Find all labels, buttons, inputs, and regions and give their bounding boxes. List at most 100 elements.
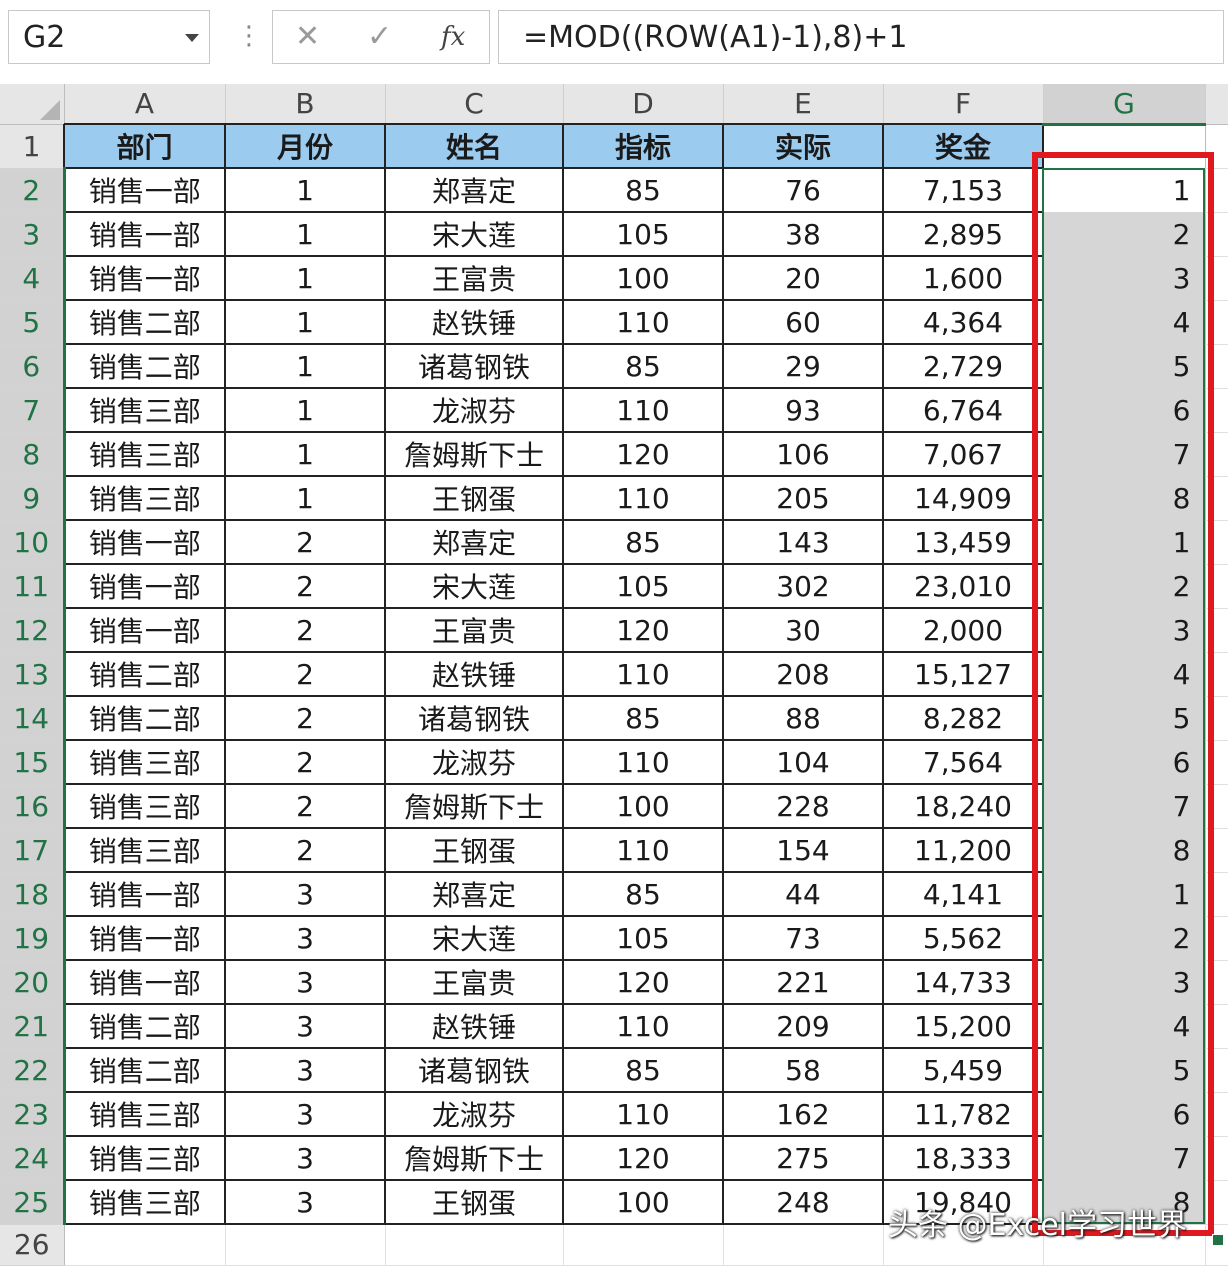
formula-input[interactable]: =MOD((ROW(A1)-1),8)+1 (498, 10, 1224, 64)
cell-target[interactable]: 85 (563, 1048, 724, 1093)
cell-bonus[interactable]: 7,564 (883, 740, 1044, 785)
empty-cell[interactable] (723, 1224, 884, 1266)
cell-target[interactable]: 100 (563, 256, 724, 301)
cell-bonus[interactable]: 18,240 (883, 784, 1044, 829)
cell-bonus[interactable]: 23,010 (883, 564, 1044, 609)
cell-actual[interactable]: 60 (723, 300, 884, 345)
cell-actual[interactable]: 30 (723, 608, 884, 653)
cell-month[interactable]: 3 (225, 1092, 386, 1137)
row-header[interactable]: 5 (0, 300, 66, 345)
cancel-icon[interactable]: ✕ (295, 17, 320, 57)
cell-dept[interactable]: 销售二部 (63, 696, 226, 741)
cell-dept[interactable]: 销售一部 (63, 608, 226, 653)
name-box[interactable]: G2 (8, 10, 210, 64)
cell-month[interactable]: 2 (225, 696, 386, 741)
cell-name[interactable]: 王富贵 (385, 608, 564, 653)
cell-month[interactable]: 3 (225, 1048, 386, 1093)
cell-actual[interactable]: 228 (723, 784, 884, 829)
cell-actual[interactable]: 73 (723, 916, 884, 961)
cell-name[interactable]: 龙淑芬 (385, 388, 564, 433)
cell-target[interactable]: 120 (563, 432, 724, 477)
cell-bonus[interactable]: 5,562 (883, 916, 1044, 961)
cell-name[interactable]: 王钢蛋 (385, 476, 564, 521)
cell-actual[interactable]: 38 (723, 212, 884, 257)
cell-month[interactable]: 3 (225, 1180, 386, 1225)
cell-bonus[interactable]: 15,127 (883, 652, 1044, 697)
fill-handle[interactable] (1212, 1234, 1224, 1246)
row-header[interactable]: 17 (0, 828, 66, 873)
column-header-a[interactable]: A (64, 84, 226, 125)
cell-bonus[interactable]: 4,141 (883, 872, 1044, 917)
cell-bonus[interactable]: 14,733 (883, 960, 1044, 1005)
cell-actual[interactable]: 58 (723, 1048, 884, 1093)
cell-target[interactable]: 110 (563, 1092, 724, 1137)
row-header[interactable]: 23 (0, 1092, 66, 1137)
cell-dept[interactable]: 销售三部 (63, 388, 226, 433)
row-header[interactable]: 3 (0, 212, 66, 257)
cell-name[interactable]: 龙淑芬 (385, 740, 564, 785)
cell-target[interactable]: 110 (563, 388, 724, 433)
cell-dept[interactable]: 销售三部 (63, 1092, 226, 1137)
cell-month[interactable]: 2 (225, 564, 386, 609)
cell-month[interactable]: 1 (225, 256, 386, 301)
cell-name[interactable]: 郑喜定 (385, 168, 564, 213)
row-header[interactable]: 6 (0, 344, 66, 389)
cell-g[interactable]: 3 (1043, 608, 1206, 653)
cell-name[interactable]: 龙淑芬 (385, 1092, 564, 1137)
cell-name[interactable]: 赵铁锤 (385, 652, 564, 697)
cell-actual[interactable]: 76 (723, 168, 884, 213)
cell-target[interactable]: 110 (563, 828, 724, 873)
empty-cell[interactable] (64, 1224, 226, 1266)
cell-g[interactable]: 7 (1043, 432, 1206, 477)
cell-actual[interactable]: 44 (723, 872, 884, 917)
cell-dept[interactable]: 销售一部 (63, 872, 226, 917)
cell-target[interactable]: 85 (563, 696, 724, 741)
cell-g[interactable]: 8 (1043, 476, 1206, 521)
cell-name[interactable]: 宋大莲 (385, 916, 564, 961)
cell-month[interactable]: 2 (225, 740, 386, 785)
cell-target[interactable]: 85 (563, 168, 724, 213)
column-header-b[interactable]: B (225, 84, 386, 125)
cell-bonus[interactable]: 11,782 (883, 1092, 1044, 1137)
cell-month[interactable]: 2 (225, 652, 386, 697)
column-header-d[interactable]: D (563, 84, 724, 125)
cell-name[interactable]: 王钢蛋 (385, 1180, 564, 1225)
cell-dept[interactable]: 销售一部 (63, 960, 226, 1005)
chevron-down-icon[interactable] (185, 34, 199, 42)
cell-bonus[interactable]: 15,200 (883, 1004, 1044, 1049)
cell-g[interactable]: 4 (1043, 1004, 1206, 1049)
cell-actual[interactable]: 248 (723, 1180, 884, 1225)
empty-cell[interactable] (225, 1224, 386, 1266)
cell-dept[interactable]: 销售三部 (63, 740, 226, 785)
cell-target[interactable]: 100 (563, 784, 724, 829)
row-header[interactable]: 24 (0, 1136, 66, 1181)
cell-month[interactable]: 1 (225, 212, 386, 257)
cell-target[interactable]: 85 (563, 520, 724, 565)
cell-bonus[interactable]: 6,764 (883, 388, 1044, 433)
cell-g[interactable]: 2 (1043, 916, 1206, 961)
cell-name[interactable]: 王钢蛋 (385, 828, 564, 873)
header-cell-name[interactable]: 姓名 (385, 123, 564, 169)
cell-target[interactable]: 120 (563, 608, 724, 653)
cell-month[interactable]: 1 (225, 432, 386, 477)
cell-name[interactable]: 郑喜定 (385, 520, 564, 565)
cell-month[interactable]: 3 (225, 872, 386, 917)
cell-target[interactable]: 105 (563, 212, 724, 257)
cell-g[interactable]: 6 (1043, 740, 1206, 785)
cell-actual[interactable]: 20 (723, 256, 884, 301)
cell-bonus[interactable]: 13,459 (883, 520, 1044, 565)
cell-month[interactable]: 3 (225, 1004, 386, 1049)
row-header[interactable]: 18 (0, 872, 66, 917)
column-header-e[interactable]: E (723, 84, 884, 125)
row-header[interactable]: 21 (0, 1004, 66, 1049)
row-header[interactable]: 25 (0, 1180, 66, 1225)
row-header[interactable]: 7 (0, 388, 66, 433)
cell-name[interactable]: 诸葛钢铁 (385, 1048, 564, 1093)
cell-g[interactable]: 1 (1043, 520, 1206, 565)
cell-dept[interactable]: 销售三部 (63, 1180, 226, 1225)
more-options-icon[interactable]: ⋮ (236, 14, 262, 58)
cell-g[interactable]: 4 (1043, 652, 1206, 697)
cell-month[interactable]: 1 (225, 344, 386, 389)
cell-target[interactable]: 120 (563, 960, 724, 1005)
row-header[interactable]: 13 (0, 652, 66, 697)
